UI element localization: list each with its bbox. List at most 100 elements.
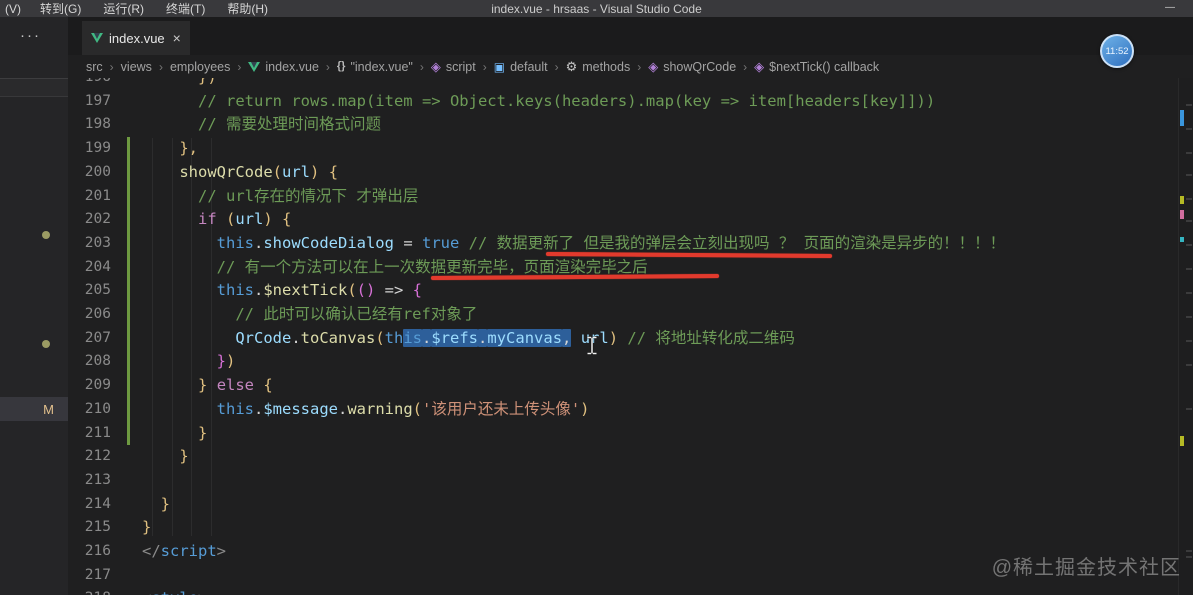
minimize-button[interactable] [1155,0,1185,17]
code-line[interactable]: 214 } [68,493,1178,517]
line-number: 207 [84,329,111,346]
breadcrumb-item[interactable]: script [431,60,476,74]
minimap[interactable] [1178,78,1193,595]
breadcrumb-label: default [510,59,548,74]
code-line[interactable]: 211 } [68,422,1178,446]
line-number: 213 [84,471,111,488]
breadcrumb-label: employees [169,59,231,74]
code-line[interactable]: 218<style> [68,587,1178,595]
code-line[interactable]: 198 // 需要处理时间格式问题 [68,113,1178,137]
overview-ruler-mark [1180,196,1184,204]
menu-bar-items: (V) 转到(G) 运行(R) 终端(T) 帮助(H) [0,0,279,17]
code-line[interactable]: 201 // url存在的情况下 才弹出层 [68,185,1178,209]
breadcrumb-label: "index.vue" [350,59,413,74]
minimap-code-texture [1186,198,1192,200]
tab-index-vue[interactable]: index.vue × [82,21,190,55]
breadcrumb-item[interactable]: $nextTick() callback [754,60,879,74]
breadcrumb-item[interactable]: employees [170,60,230,74]
minimap-code-texture [1186,244,1192,246]
minimap-code-texture [1186,408,1192,410]
vue-icon [91,33,103,43]
menu-item[interactable]: 终端(T) [155,0,216,17]
modified-file-dot-icon [42,231,50,239]
tab-label: index.vue [109,30,165,46]
line-number: 203 [84,234,111,251]
code-line[interactable]: 197 // return rows.map(item => Object.ke… [68,90,1178,114]
code-text: } [142,518,152,537]
git-modified-badge: M [43,401,54,417]
breadcrumb-item[interactable]: views [121,60,152,74]
code-line[interactable]: 213 [68,469,1178,493]
minimap-code-texture [1186,174,1192,176]
vscode-window: (V) 转到(G) 运行(R) 终端(T) 帮助(H) index.vue - hrsa… [0,0,1193,595]
overview-ruler-mark [1180,237,1184,242]
line-number: 215 [84,519,111,536]
code-text: this.$message.warning('该用户还未上传头像') [216,399,590,418]
line-number: 216 [84,543,111,559]
code-line[interactable]: 209 } else { [68,374,1178,398]
breadcrumb-label: src [86,59,103,74]
title-bar: (V) 转到(G) 运行(R) 终端(T) 帮助(H) index.vue - hrsa… [0,0,1193,17]
chevron-right-icon: › [637,59,642,74]
cube-icon [431,60,441,73]
code-text: </script> [142,542,227,560]
sidebar-item-selected-file[interactable]: M [0,397,68,421]
code-line[interactable]: 207 QrCode.toCanvas(this.$refs.myCanvas,… [68,327,1178,351]
explorer-sidebar: ··· M [0,17,68,595]
code-line[interactable]: 200 showQrCode(url) { [68,161,1178,185]
code-line[interactable]: 202 if (url) { [68,208,1178,232]
code-line[interactable]: 212 } [68,445,1178,469]
line-number: 200 [84,163,111,180]
more-actions-icon[interactable]: ··· [20,27,41,44]
code-line[interactable]: 199 }, [68,137,1178,161]
code-line[interactable]: 210 this.$message.warning('该用户还未上传头像') [68,398,1178,422]
chevron-right-icon: › [419,59,424,74]
line-number: 211 [84,424,111,441]
code-line[interactable]: 196 }) [68,78,1178,90]
breadcrumb: src › views › employees › index.vue › "index.vue… [68,55,1193,78]
code-text: // url存在的情况下 才弹出层 [198,186,419,205]
code-text: } [198,423,208,442]
minimap-code-texture [1186,364,1192,366]
menu-item[interactable]: 帮助(H) [216,0,279,17]
bracket-icon [494,61,505,73]
minimap-code-texture [1186,104,1192,106]
code-line[interactable]: 215} [68,516,1178,540]
line-number: 205 [84,282,111,299]
ibeam-cursor-icon [586,336,598,355]
code-text: }) [216,352,236,371]
code-line[interactable]: 208 }) [68,350,1178,374]
minimap-code-texture [1186,340,1192,342]
close-icon[interactable]: × [173,30,181,46]
code-text: // return rows.map(item => Object.keys(h… [198,91,936,110]
code-line[interactable]: 205 this.$nextTick(() => { [68,279,1178,303]
watermark: @稀土掘金技术社区 [991,557,1181,579]
breadcrumb-item[interactable]: index.vue [248,60,319,74]
breadcrumb-label: $nextTick() callback [769,59,880,74]
breadcrumb-item[interactable]: src [86,60,103,74]
breadcrumb-label: showQrCode [663,59,737,74]
breadcrumb-item[interactable]: default [494,60,548,74]
line-number: 204 [84,258,111,275]
line-number: 209 [84,377,111,394]
vue-icon [248,61,261,72]
code-line[interactable]: 206 // 此时可以确认已经有ref对象了 [68,303,1178,327]
breadcrumb-item[interactable]: methods [566,59,631,74]
breadcrumb-item[interactable]: showQrCode [648,60,736,74]
line-number: 208 [84,353,111,370]
menu-item[interactable]: 转到(G) [29,0,92,17]
code-editor[interactable]: 196 })197 // return rows.map(item => Obj… [68,78,1178,595]
line-number: 196 [68,78,120,90]
code-text: } [179,447,189,466]
line-number: 214 [84,495,111,512]
chevron-right-icon: › [482,59,487,74]
breadcrumb-item[interactable]: "index.vue" [337,59,413,74]
code-text: // 此时可以确认已经有ref对象了 [235,305,478,323]
breadcrumb-label: methods [582,59,631,74]
menu-item[interactable]: (V) [3,0,29,17]
code-text: // 需要处理时间格式问题 [198,115,381,134]
chevron-right-icon: › [237,59,242,74]
modified-file-dot-icon [42,340,50,348]
menu-item[interactable]: 运行(R) [92,0,155,17]
